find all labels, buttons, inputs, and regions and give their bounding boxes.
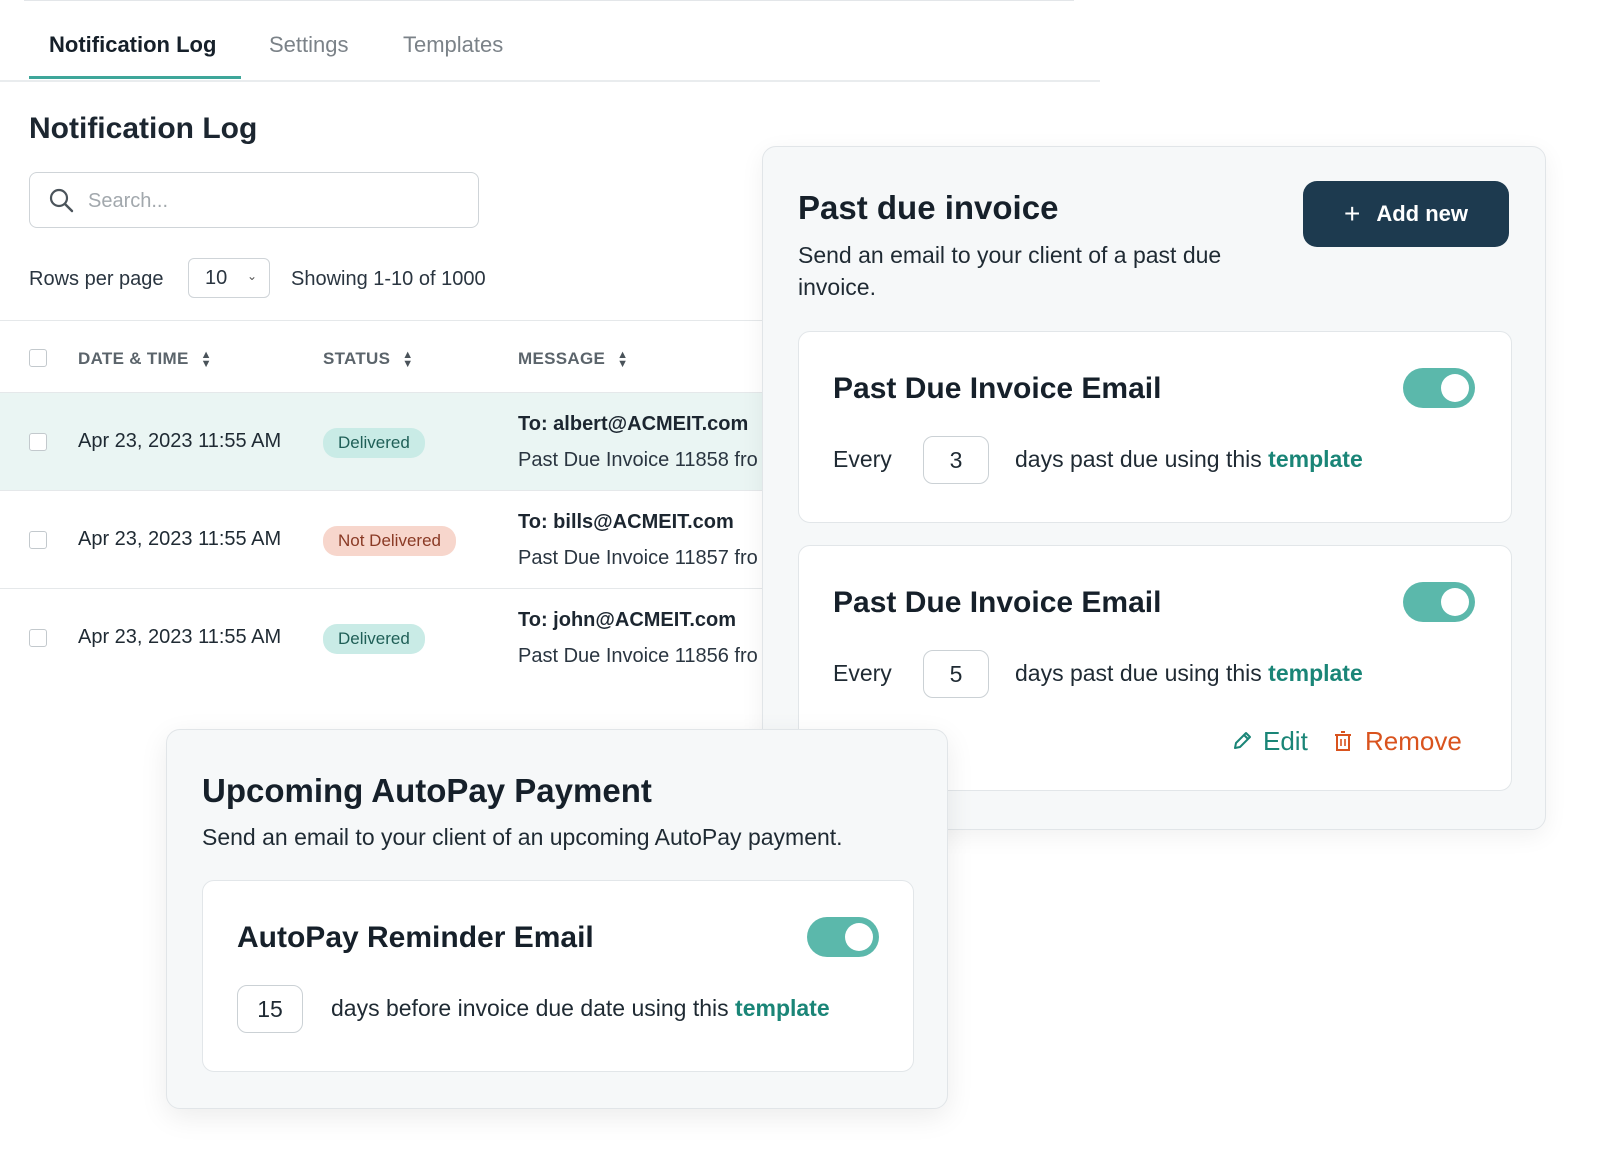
sort-icon: ▲ ▼ [200, 348, 212, 370]
pagination-summary: Showing 1-10 of 1000 [291, 268, 486, 290]
row-recipient: To: albert@ACMEIT.com [518, 413, 749, 435]
row-recipient: To: bills@ACMEIT.com [518, 511, 734, 533]
autopay-title: Upcoming AutoPay Payment [202, 772, 652, 809]
select-all-checkbox[interactable] [29, 349, 47, 367]
rows-per-page-select[interactable]: 10 ⌄ [188, 258, 270, 298]
autopay-description: Send an email to your client of an upcom… [202, 824, 843, 850]
row-checkbox[interactable] [29, 433, 47, 451]
toggle-knob [845, 923, 873, 951]
rows-per-page-value: 10 [205, 267, 228, 289]
tab-notification-log[interactable]: Notification Log [49, 32, 216, 72]
rule-description-text: days past due using this [1015, 446, 1269, 472]
tab-settings[interactable]: Settings [269, 32, 349, 72]
chevron-down-icon: ⌄ [246, 269, 257, 283]
rule-description: days past due using this template [1015, 660, 1363, 687]
row-date: Apr 23, 2023 11:55 AM [78, 430, 282, 452]
every-label: Every [833, 660, 892, 686]
top-divider [24, 0, 1074, 1]
row-message: Past Due Invoice 11856 fro [518, 645, 758, 667]
rule-toggle[interactable] [807, 917, 879, 957]
row-message: Past Due Invoice 11858 fro [518, 449, 758, 471]
column-header-status-label: STATUS [323, 349, 391, 368]
template-link[interactable]: template [1268, 660, 1363, 686]
rule-toggle[interactable] [1403, 368, 1475, 408]
pencil-icon [1234, 732, 1251, 749]
sort-icon: ▲ ▼ [402, 348, 414, 370]
search-field[interactable] [29, 172, 479, 228]
row-recipient: To: john@ACMEIT.com [518, 609, 736, 631]
rule-description-text: days past due using this [1015, 660, 1269, 686]
tab-templates[interactable]: Templates [403, 32, 503, 72]
plus-icon: + [1343, 198, 1361, 229]
days-input[interactable]: 3 [923, 436, 989, 484]
remove-label: Remove [1365, 726, 1462, 756]
rule-title: AutoPay Reminder Email [237, 921, 594, 954]
status-badge: Not Delivered [323, 526, 456, 556]
active-tab-indicator [29, 76, 241, 79]
tab-bar: Notification Log Settings Templates [0, 22, 1100, 82]
trash-icon [1335, 731, 1351, 751]
row-message: Past Due Invoice 11857 fro [518, 547, 758, 569]
search-input[interactable] [86, 185, 460, 217]
autopay-panel: Upcoming AutoPay Payment Send an email t… [166, 729, 948, 1109]
template-link[interactable]: template [1268, 446, 1363, 472]
toggle-knob [1441, 374, 1469, 402]
edit-label: Edit [1263, 726, 1308, 756]
template-link[interactable]: template [735, 995, 830, 1021]
row-checkbox[interactable] [29, 531, 47, 549]
past-due-invoice-panel: Past due invoice Send an email to your c… [762, 146, 1546, 830]
rule-description-text: days before invoice due date using this [331, 995, 736, 1021]
column-header-message-label: MESSAGE [518, 349, 606, 368]
search-icon [48, 187, 74, 218]
status-badge: Delivered [323, 428, 425, 458]
days-input[interactable]: 5 [923, 650, 989, 698]
remove-button[interactable]: Remove [1333, 726, 1462, 757]
rule-toggle[interactable] [1403, 582, 1475, 622]
autopay-rule-card: AutoPay Reminder Email 15 days before in… [202, 880, 914, 1072]
column-header-date-label: DATE & TIME [78, 349, 189, 368]
rule-title: Past Due Invoice Email [833, 372, 1162, 405]
past-due-title: Past due invoice [798, 189, 1059, 226]
toggle-knob [1441, 588, 1469, 616]
rule-description: days past due using this template [1015, 446, 1363, 473]
row-date: Apr 23, 2023 11:55 AM [78, 528, 282, 550]
column-header-status[interactable]: STATUS ▲ ▼ [323, 349, 413, 369]
add-new-label: Add new [1376, 201, 1469, 226]
rule-title: Past Due Invoice Email [833, 586, 1162, 619]
past-due-rule-card: Past Due Invoice Email Every 3 days past… [798, 331, 1512, 523]
days-input[interactable]: 15 [237, 985, 303, 1033]
rows-per-page-label: Rows per page [29, 268, 164, 290]
row-date: Apr 23, 2023 11:55 AM [78, 626, 282, 648]
row-checkbox[interactable] [29, 629, 47, 647]
add-new-button[interactable]: + Add new [1303, 181, 1509, 247]
past-due-description: Send an email to your client of a past d… [798, 242, 1222, 300]
column-header-message[interactable]: MESSAGE ▲ ▼ [518, 349, 628, 369]
sort-icon: ▲ ▼ [617, 348, 629, 370]
rule-description: days before invoice due date using this … [331, 995, 830, 1022]
status-badge: Delivered [323, 624, 425, 654]
edit-button[interactable]: Edit [1231, 726, 1308, 757]
column-header-date[interactable]: DATE & TIME ▲ ▼ [78, 349, 212, 369]
page-title: Notification Log [29, 112, 258, 145]
every-label: Every [833, 446, 892, 472]
